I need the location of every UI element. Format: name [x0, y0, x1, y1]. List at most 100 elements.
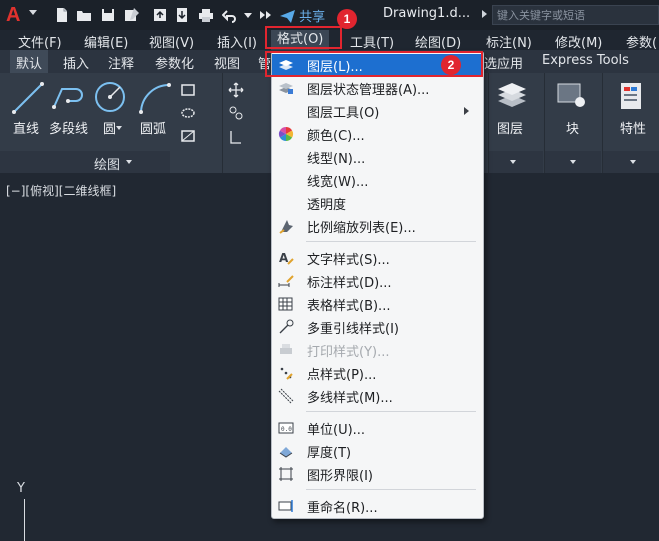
text-style-icon: A — [278, 250, 294, 266]
thickness-icon — [278, 443, 294, 459]
circle-dropdown-icon[interactable] — [116, 126, 122, 130]
app-logo[interactable]: A — [6, 4, 20, 27]
draw-panel-dropdown-icon[interactable] — [126, 160, 132, 164]
drawing-limits-icon — [278, 466, 294, 482]
menu-item-label: 重命名(R)... — [307, 501, 378, 516]
menu-dimension[interactable]: 标注(N) — [486, 32, 532, 51]
line-tool-label[interactable]: 直线 — [13, 118, 39, 137]
chevron-right-icon[interactable] — [482, 10, 487, 18]
menu-item-plot-style[interactable]: 打印样式(Y)... — [272, 339, 483, 361]
print-icon[interactable] — [198, 7, 214, 23]
menu-item-multileader-style[interactable]: 多重引线样式(I) — [272, 316, 483, 338]
menu-item-scale-list[interactable]: 比例缩放列表(E)... — [272, 215, 483, 237]
layers-panel-icon[interactable] — [494, 81, 530, 111]
menu-item-label: 线型(N)... — [307, 152, 366, 167]
menu-item-label: 厚度(T) — [307, 446, 352, 461]
boundary-tool-icon[interactable] — [181, 130, 195, 142]
menu-item-layer-tools[interactable]: 图层工具(O) — [272, 100, 483, 122]
tab-featured-apps[interactable]: 选应用 — [484, 53, 523, 72]
menu-item-label: 表格样式(B)... — [307, 299, 391, 314]
share-icon — [280, 10, 295, 23]
draw-panel-title[interactable]: 绘图 — [94, 154, 120, 173]
block-panel-icon[interactable] — [555, 81, 589, 113]
viewport-controls[interactable]: [−][俯视][二维线框] — [6, 182, 116, 199]
polyline-tool-label[interactable]: 多段线 — [49, 118, 88, 137]
menu-item-multiline-style[interactable]: 多线样式(M)... — [272, 385, 483, 407]
menu-item-rename[interactable]: 重命名(R)... — [272, 495, 483, 517]
undo-dropdown-icon[interactable] — [240, 7, 256, 23]
tab-default[interactable]: 默认 — [10, 50, 49, 73]
arc-tool-icon[interactable] — [138, 82, 172, 114]
menu-item-color[interactable]: 颜色(C)... — [272, 123, 483, 145]
menu-item-table-style[interactable]: 表格样式(B)... — [272, 293, 483, 315]
menu-item-drawing-limits[interactable]: 图形界限(I) — [272, 463, 483, 485]
share-button[interactable]: 共享 — [280, 6, 325, 25]
cloud-upload-icon[interactable] — [152, 7, 168, 23]
rename-icon — [278, 498, 294, 514]
color-wheel-icon — [278, 126, 294, 142]
menu-item-point-style[interactable]: 点样式(P)... — [272, 362, 483, 384]
app-menu-arrow-icon[interactable] — [29, 10, 37, 15]
menu-tools[interactable]: 工具(T) — [350, 32, 394, 51]
menu-item-label: 打印样式(Y)... — [307, 345, 390, 360]
move-icon[interactable] — [228, 82, 244, 98]
submenu-arrow-icon — [464, 107, 469, 115]
menu-item-lineweight[interactable]: 线宽(W)... — [272, 169, 483, 191]
multiline-style-icon — [278, 388, 294, 404]
circle-tool-label[interactable]: 圆 — [103, 118, 116, 137]
properties-dropdown-icon[interactable] — [630, 160, 636, 164]
tab-insert[interactable]: 插入 — [63, 53, 89, 72]
units-icon: 0.0 — [278, 420, 294, 436]
menu-item-layer-state-manager[interactable]: 图层状态管理器(A)... — [272, 77, 483, 99]
new-file-icon[interactable] — [54, 7, 70, 23]
menu-item-thickness[interactable]: 厚度(T) — [272, 440, 483, 462]
properties-panel-label[interactable]: 特性 — [620, 118, 646, 137]
block-panel-label[interactable]: 块 — [566, 118, 579, 137]
arc-tool-label[interactable]: 圆弧 — [140, 118, 166, 137]
menu-item-dimension-style[interactable]: 标注样式(D)... — [272, 270, 483, 292]
plot-style-icon — [278, 342, 294, 358]
layers-dropdown-icon[interactable] — [510, 160, 516, 164]
rectangle-tool-icon[interactable] — [181, 84, 195, 96]
menu-modify[interactable]: 修改(M) — [555, 32, 602, 51]
menu-item-units[interactable]: 0.0 单位(U)... — [272, 417, 483, 439]
save-as-icon[interactable] — [124, 7, 140, 23]
copy-icon[interactable] — [228, 105, 244, 121]
menu-parametric[interactable]: 参数( — [626, 32, 657, 51]
tab-parametric[interactable]: 参数化 — [155, 53, 194, 72]
scale-list-icon — [278, 218, 294, 234]
menu-item-text-style[interactable]: A 文字样式(S)... — [272, 247, 483, 269]
layer-state-icon — [278, 80, 294, 96]
menu-item-linetype[interactable]: 线型(N)... — [272, 146, 483, 168]
menu-view[interactable]: 视图(V) — [149, 32, 194, 51]
search-input[interactable] — [493, 6, 658, 24]
undo-icon[interactable] — [222, 7, 238, 23]
more-tools-icon[interactable] — [257, 7, 273, 23]
multileader-style-icon — [278, 319, 294, 335]
properties-panel-icon[interactable] — [618, 80, 648, 114]
block-dropdown-icon[interactable] — [570, 160, 576, 164]
menu-draw[interactable]: 绘图(D) — [415, 32, 461, 51]
circle-tool-icon[interactable] — [93, 80, 127, 114]
menu-file[interactable]: 文件(F) — [18, 32, 62, 51]
annotation-highlight-format-menu — [265, 26, 342, 49]
cloud-download-icon[interactable] — [174, 7, 190, 23]
tab-annotate[interactable]: 注释 — [108, 53, 134, 72]
hatch-tool-icon[interactable] — [181, 107, 195, 119]
menu-item-label: 图层工具(O) — [307, 106, 380, 121]
tab-express-tools[interactable]: Express Tools — [542, 53, 629, 68]
polyline-tool-icon[interactable] — [52, 83, 86, 113]
panel-separator — [222, 73, 223, 173]
layers-panel-label[interactable]: 图层 — [497, 118, 523, 137]
menu-separator — [306, 411, 476, 412]
document-title: Drawing1.d... — [383, 6, 471, 21]
menu-insert[interactable]: 插入(I) — [217, 32, 257, 51]
menu-edit[interactable]: 编辑(E) — [84, 32, 128, 51]
tab-view[interactable]: 视图 — [214, 53, 240, 72]
menu-item-transparency[interactable]: 透明度 — [272, 192, 483, 214]
open-folder-icon[interactable] — [76, 7, 92, 23]
line-tool-icon[interactable] — [11, 81, 45, 115]
save-icon[interactable] — [100, 7, 116, 23]
layers-panel-footer — [489, 151, 543, 173]
stretch-icon[interactable] — [228, 129, 244, 145]
